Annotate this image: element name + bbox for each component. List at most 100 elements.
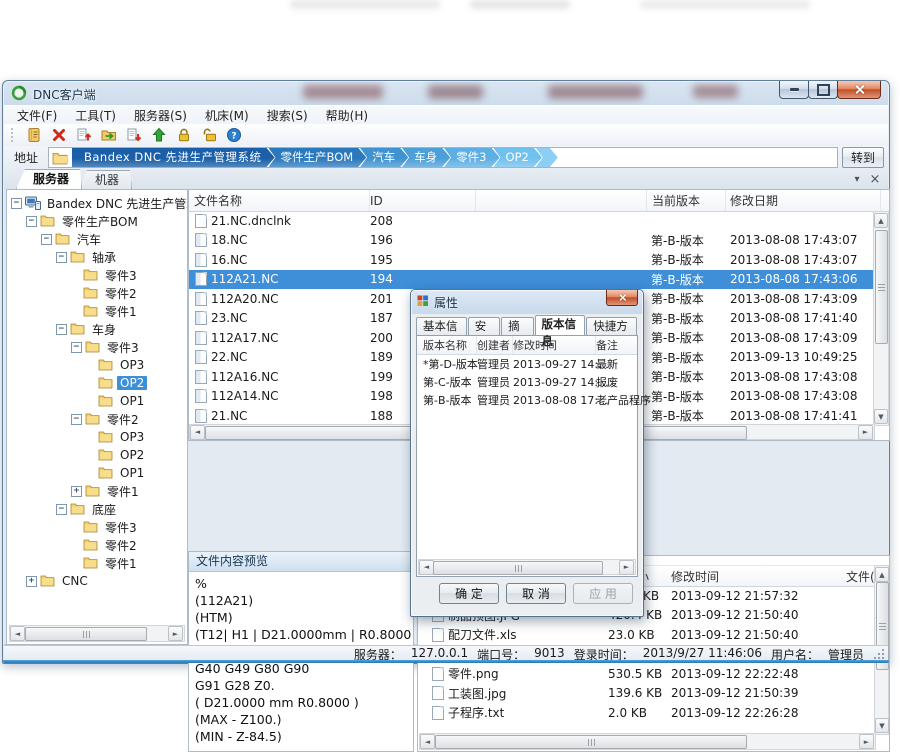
breadcrumb-segment[interactable]: 汽车 <box>360 148 408 167</box>
title-bar[interactable]: DNC客户端 <box>3 81 889 105</box>
scroll-right-icon[interactable]: ► <box>168 626 183 641</box>
column-version-name[interactable]: 版本名称 <box>421 336 477 354</box>
tree-item[interactable]: OP3 <box>7 356 187 374</box>
tree-item[interactable]: −车身 <box>7 320 187 338</box>
ok-button[interactable]: 确 定 <box>439 583 499 604</box>
breadcrumb-segment[interactable]: 零件3 <box>444 148 499 167</box>
help-icon[interactable]: ? <box>225 126 243 144</box>
column-modify-time[interactable]: 修改时间 <box>511 336 596 354</box>
tree-item[interactable]: OP2 <box>7 374 187 392</box>
tree-item[interactable]: 零件1 <box>7 554 187 572</box>
menu-item-file[interactable]: 文件(F) <box>8 107 66 124</box>
cancel-button[interactable]: 取 消 <box>506 583 566 604</box>
attachment-row[interactable]: 工装图.jpg139.6 KB2013-09-12 21:50:39 <box>418 684 876 704</box>
scroll-down-icon[interactable]: ▼ <box>874 409 888 424</box>
tree-item[interactable]: 零件2 <box>7 536 187 554</box>
column-current-version[interactable]: 当前版本 <box>646 190 726 211</box>
tree-item[interactable]: +零件1 <box>7 482 187 500</box>
panel-tab-machine[interactable]: 机器 <box>78 170 132 189</box>
resize-grip[interactable] <box>875 650 884 659</box>
column-modified-date[interactable]: 修改日期 <box>725 190 881 211</box>
tree-item[interactable]: −零件3 <box>7 338 187 356</box>
tree-horizontal-scrollbar[interactable]: ◄ ► <box>9 625 185 642</box>
column-creator[interactable]: 创建者 <box>475 336 513 354</box>
tree-toggle-icon[interactable]: + <box>71 486 82 497</box>
scrollbar-thumb[interactable] <box>433 561 603 575</box>
chevron-down-icon[interactable]: ▾ <box>850 172 864 186</box>
breadcrumb-segment[interactable]: Bandex DNC 先进生产管理系统 <box>72 148 275 167</box>
tree-item[interactable]: OP1 <box>7 464 187 482</box>
column-modified-time[interactable]: 修改时间 <box>671 566 719 586</box>
scroll-right-icon[interactable]: ► <box>858 425 873 440</box>
tree-toggle-icon[interactable]: − <box>56 252 67 263</box>
lock-icon[interactable] <box>175 126 193 144</box>
attachment-row[interactable]: 零件.png530.5 KB2013-09-12 22:22:48 <box>418 664 876 684</box>
version-row[interactable]: 第-B-版本管理员2013-08-08 17:...老产品程序 <box>417 391 637 409</box>
tree-toggle-icon[interactable]: − <box>11 198 22 209</box>
file-row[interactable]: 112A21.NC194第-B-版本2013-08-08 17:43:06 <box>189 270 875 290</box>
tree-item[interactable]: 零件1 <box>7 302 187 320</box>
tree-item[interactable]: −汽车 <box>7 230 187 248</box>
tree-item[interactable]: 零件3 <box>7 518 187 536</box>
tree-item[interactable]: OP1 <box>7 392 187 410</box>
dialog-title-bar[interactable]: 属性 <box>411 290 643 312</box>
minimize-button[interactable] <box>779 81 809 99</box>
version-row[interactable]: 第-C-版本管理员2013-09-27 14:...报废 <box>417 373 637 391</box>
breadcrumb-segment[interactable]: 车身 <box>402 148 450 167</box>
dialog-close-button[interactable] <box>606 290 638 306</box>
menu-item-server[interactable]: 服务器(S) <box>125 107 196 124</box>
panel-close-icon[interactable]: × <box>868 172 882 186</box>
tree-toggle-icon[interactable]: + <box>26 576 37 587</box>
upload-icon[interactable] <box>150 126 168 144</box>
menu-item-tools[interactable]: 工具(T) <box>66 107 125 124</box>
scroll-right-icon[interactable]: ► <box>859 734 874 749</box>
scroll-up-icon[interactable]: ▲ <box>874 213 888 228</box>
scrollbar-thumb[interactable] <box>435 735 747 749</box>
tree-item[interactable]: −轴承 <box>7 248 187 266</box>
scroll-left-icon[interactable]: ◄ <box>420 734 435 749</box>
tree-toggle-icon[interactable]: − <box>26 216 37 227</box>
unlock-icon[interactable] <box>200 126 218 144</box>
close-button[interactable] <box>837 81 881 99</box>
tree-item[interactable]: OP3 <box>7 428 187 446</box>
tree-item[interactable]: 零件2 <box>7 284 187 302</box>
go-button[interactable]: 转到 <box>842 147 884 168</box>
scrollbar-thumb[interactable] <box>875 230 888 344</box>
scrollbar-thumb[interactable] <box>25 627 147 641</box>
tree-item[interactable]: +CNC <box>7 572 187 590</box>
file-list-vertical-scrollbar[interactable]: ▲ ▼ <box>873 211 889 426</box>
check-in-icon[interactable] <box>125 126 143 144</box>
file-row[interactable]: 18.NC196第-B-版本2013-08-08 17:43:07 <box>189 231 875 251</box>
tree-toggle-icon[interactable]: − <box>56 504 67 515</box>
version-row[interactable]: *第-D-版本管理员2013-09-27 14:...最新 <box>417 355 637 373</box>
dialog-tab-摘要[interactable]: 摘要 <box>501 317 533 335</box>
tree-item[interactable]: −底座 <box>7 500 187 518</box>
scroll-left-icon[interactable]: ◄ <box>419 560 434 575</box>
column-file-name[interactable]: 文件名称 <box>189 190 370 211</box>
dialog-horizontal-scrollbar[interactable]: ◄ ► <box>418 559 636 575</box>
dialog-tab-安全[interactable]: 安全 <box>468 317 500 335</box>
notebook-icon[interactable] <box>25 126 43 144</box>
menu-item-help[interactable]: 帮助(H) <box>317 107 377 124</box>
tree-item[interactable]: OP2 <box>7 446 187 464</box>
dialog-tab-快捷方式[interactable]: 快捷方式 <box>586 317 637 335</box>
dialog-tab-基本信息[interactable]: 基本信息 <box>416 317 467 335</box>
file-row[interactable]: 16.NC195第-B-版本2013-08-08 17:43:07 <box>189 250 875 270</box>
breadcrumb-segment[interactable]: 零件生产BOM <box>269 148 367 167</box>
scroll-right-icon[interactable]: ► <box>619 560 634 575</box>
tree-toggle-icon[interactable]: − <box>56 324 67 335</box>
tree-toggle-icon[interactable]: − <box>41 234 52 245</box>
breadcrumb-segment[interactable]: OP2 <box>494 148 542 167</box>
delete-icon[interactable] <box>50 126 68 144</box>
tree-item[interactable]: 零件3 <box>7 266 187 284</box>
scroll-left-icon[interactable]: ◄ <box>10 626 25 641</box>
file-row[interactable]: 21.NC.dnclnk208 <box>189 211 875 231</box>
attachments-horizontal-scrollbar[interactable]: ◄ ► <box>419 733 876 750</box>
column-id[interactable]: ID <box>365 190 476 211</box>
dialog-tab-版本信息[interactable]: 版本信息 <box>535 315 586 335</box>
attachment-row[interactable]: 配刀文件.xls23.0 KB2013-09-12 21:50:40 <box>418 625 876 645</box>
menu-item-machine[interactable]: 机床(M) <box>196 107 258 124</box>
panel-tab-server[interactable]: 服务器 <box>16 169 82 189</box>
tree-item[interactable]: −Bandex DNC 先进生产管理系统 <box>7 194 187 212</box>
scroll-down-icon[interactable]: ▼ <box>875 718 889 733</box>
